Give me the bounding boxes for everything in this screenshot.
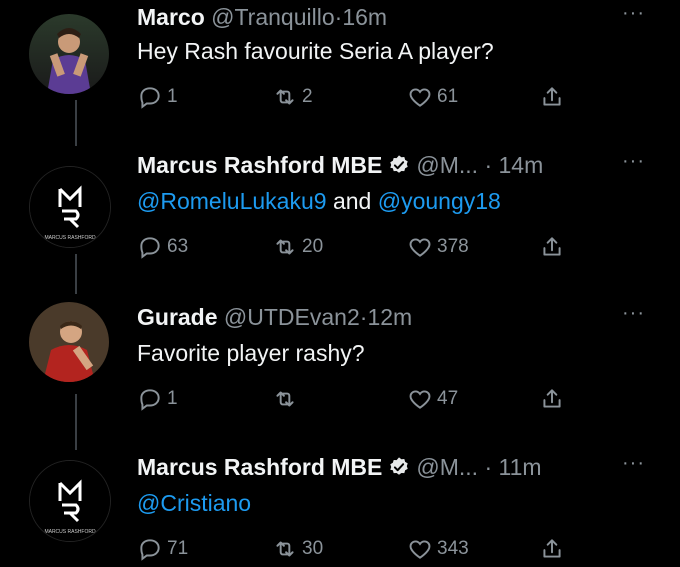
heart-icon <box>409 88 431 107</box>
display-name[interactable]: Marco <box>137 4 205 30</box>
retweet-icon <box>276 541 294 557</box>
handle[interactable]: @M... <box>416 454 478 480</box>
tweet-text: @RomeluLukaku9 and @youngy18 <box>137 188 501 215</box>
avatar[interactable]: MARCUS RASHFORD <box>29 460 111 542</box>
joiner-text: and <box>332 188 372 214</box>
retweet-icon <box>276 391 294 407</box>
like-button[interactable]: 343 <box>407 536 469 562</box>
reply-icon <box>140 237 160 259</box>
reply-icon <box>140 539 160 561</box>
more-icon[interactable]: ··· <box>622 452 645 475</box>
tweet-header: Marcus Rashford MBE @M... · 11m <box>137 454 542 481</box>
reply-count: 1 <box>167 86 178 107</box>
action-bar: 1 47 <box>137 386 587 416</box>
like-count: 378 <box>437 236 469 257</box>
timestamp[interactable]: 11m <box>499 454 542 480</box>
thread-line <box>75 394 77 450</box>
retweet-icon <box>276 89 294 105</box>
heart-icon <box>409 238 431 257</box>
heart-icon <box>409 390 431 409</box>
display-name[interactable]: Marcus Rashford MBE <box>137 454 382 480</box>
verified-badge-icon <box>390 457 409 475</box>
like-button[interactable]: 47 <box>407 386 458 412</box>
timestamp[interactable]: 16m <box>342 4 387 30</box>
more-icon[interactable]: ··· <box>622 150 645 173</box>
reply-icon <box>140 389 160 411</box>
share-icon <box>543 237 561 256</box>
separator: · <box>484 152 493 178</box>
display-name[interactable]: Marcus Rashford MBE <box>137 152 382 178</box>
tweet-text: Favorite player rashy? <box>137 340 365 366</box>
tweet-header: Marco @Tranquillo·16m <box>137 4 387 31</box>
retweet-button[interactable] <box>272 386 302 412</box>
reply-button[interactable]: 1 <box>137 386 178 412</box>
heart-icon <box>409 540 431 559</box>
thread-line <box>75 100 77 146</box>
retweet-count: 2 <box>302 86 313 107</box>
retweet-icon <box>276 239 294 255</box>
mention-link[interactable]: @Cristiano <box>137 490 251 516</box>
action-bar: 71 30 343 <box>137 536 587 566</box>
display-name[interactable]: Gurade <box>137 304 218 330</box>
reply-button[interactable]: 71 <box>137 536 188 562</box>
avatar[interactable]: MARCUS RASHFORD <box>29 166 111 248</box>
mention-link[interactable]: @youngy18 <box>378 188 501 214</box>
action-bar: 63 20 378 <box>137 234 587 264</box>
verified-badge-icon <box>390 155 409 173</box>
share-icon <box>543 389 561 408</box>
retweet-count: 20 <box>302 236 324 257</box>
like-count: 61 <box>437 86 459 107</box>
handle[interactable]: @UTDEvan2 <box>224 304 360 330</box>
retweet-button[interactable]: 30 <box>272 536 323 562</box>
timestamp[interactable]: 12m <box>367 304 412 330</box>
share-button[interactable] <box>539 84 569 110</box>
avatar[interactable] <box>29 14 109 94</box>
action-bar: 1 2 61 <box>137 84 587 114</box>
reply-icon <box>140 87 160 109</box>
thread-line <box>75 254 77 294</box>
avatar-caption: MARCUS RASHFORD <box>44 235 96 241</box>
share-icon <box>543 539 561 558</box>
retweet-button[interactable]: 20 <box>272 234 323 260</box>
share-button[interactable] <box>539 536 569 562</box>
mention-link[interactable]: @RomeluLukaku9 <box>137 188 327 214</box>
share-button[interactable] <box>539 234 569 260</box>
avatar[interactable] <box>29 302 109 382</box>
tweet-header: Gurade @UTDEvan2·12m <box>137 304 412 331</box>
retweet-count: 30 <box>302 538 324 559</box>
like-count: 47 <box>437 388 459 409</box>
tweet-text: @Cristiano <box>137 490 251 517</box>
handle[interactable]: @Tranquillo <box>211 4 335 30</box>
more-icon[interactable]: ··· <box>622 302 645 325</box>
avatar-caption: MARCUS RASHFORD <box>44 529 96 535</box>
share-button[interactable] <box>539 386 569 412</box>
like-button[interactable]: 61 <box>407 84 458 110</box>
reply-count: 1 <box>167 388 178 409</box>
reply-button[interactable]: 1 <box>137 84 178 110</box>
retweet-button[interactable]: 2 <box>272 84 313 110</box>
reply-count: 63 <box>167 236 189 257</box>
like-count: 343 <box>437 538 469 559</box>
reply-count: 71 <box>167 538 189 559</box>
handle[interactable]: @M... <box>416 152 478 178</box>
tweet-text: Hey Rash favourite Seria A player? <box>137 38 494 64</box>
timestamp[interactable]: 14m <box>499 152 544 178</box>
tweet-header: Marcus Rashford MBE @M... · 14m <box>137 152 543 179</box>
like-button[interactable]: 378 <box>407 234 469 260</box>
separator: · <box>484 454 493 480</box>
more-icon[interactable]: ··· <box>622 2 645 25</box>
reply-button[interactable]: 63 <box>137 234 188 260</box>
share-icon <box>543 87 561 106</box>
